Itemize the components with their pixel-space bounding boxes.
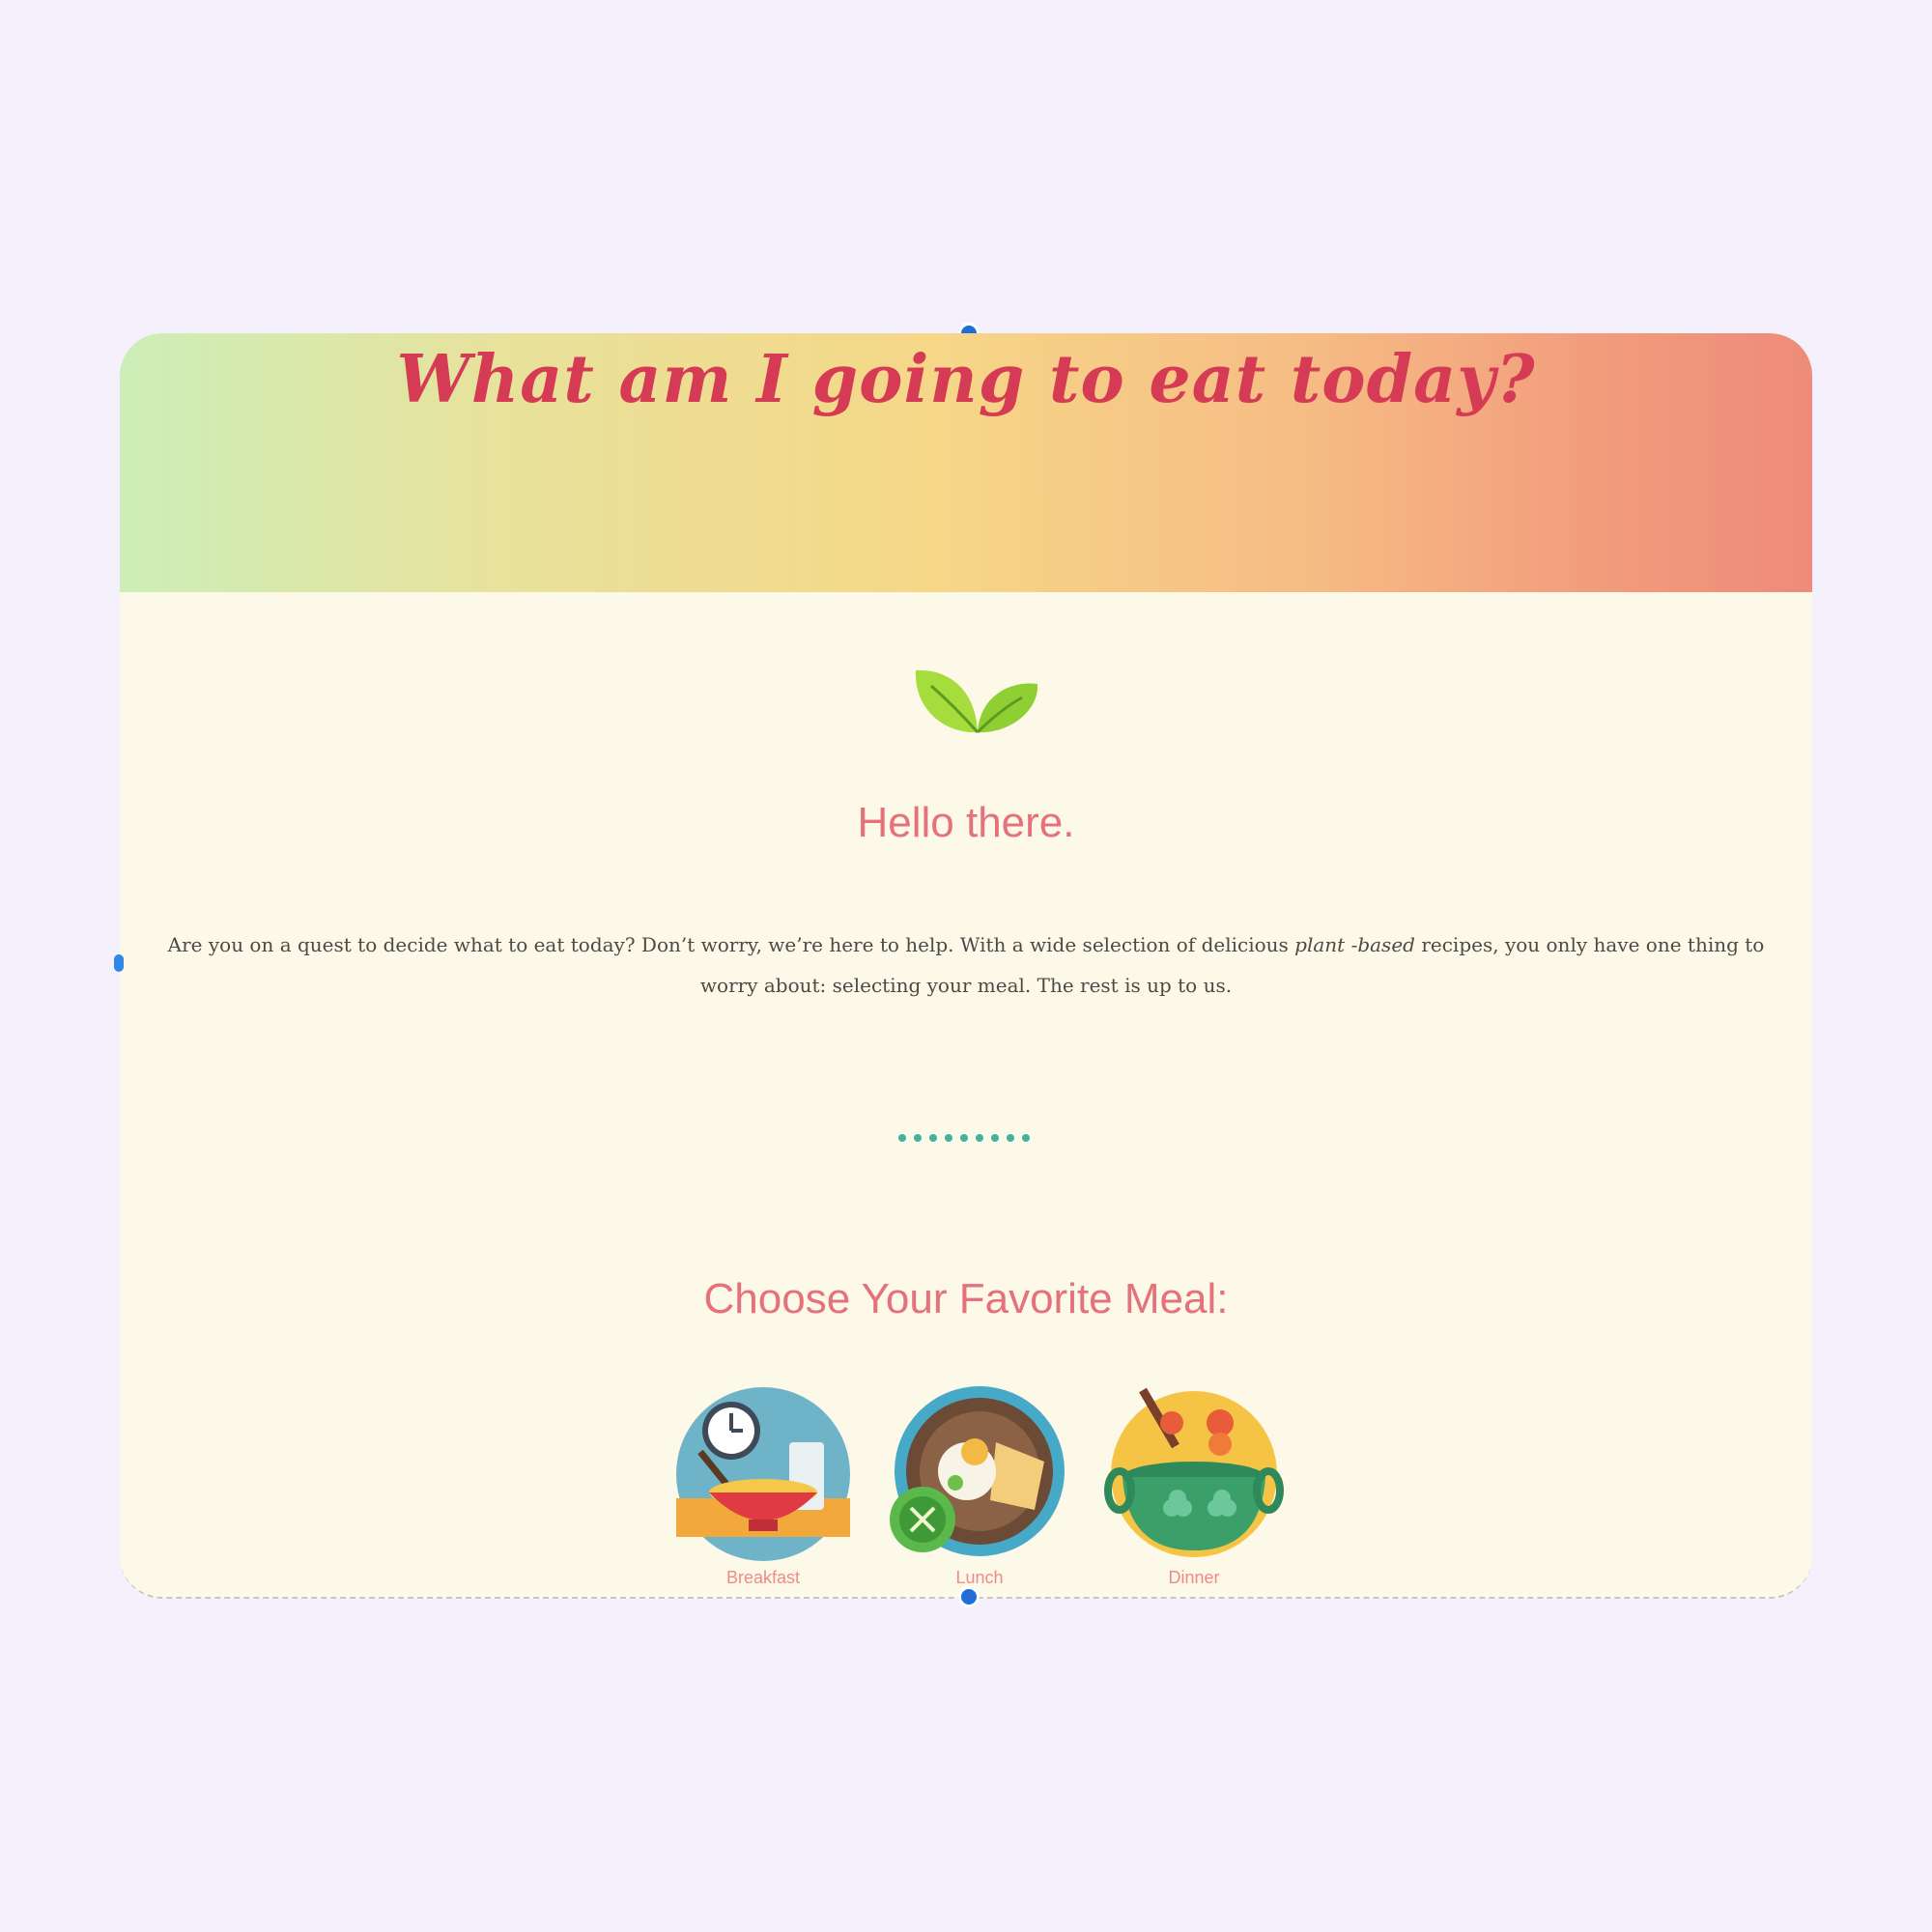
meal-label-breakfast: Breakfast — [725, 1568, 801, 1587]
dinner-pot-icon — [1104, 1387, 1284, 1557]
intro-paragraph: Are you on a quest to decide what to eat… — [158, 924, 1774, 1006]
selection-handle-bottom[interactable] — [958, 1586, 980, 1607]
lunch-plate-icon — [890, 1386, 1065, 1556]
meal-option-dinner[interactable]: Dinner — [1097, 1384, 1291, 1588]
selection-handle-left[interactable] — [114, 954, 124, 972]
dotted-divider — [898, 1134, 1030, 1142]
choose-meal-heading: Choose Your Favorite Meal: — [703, 1275, 1229, 1322]
breakfast-bowl-icon — [676, 1387, 850, 1561]
greeting-heading: Hello there. — [857, 799, 1075, 846]
intro-text-start: Are you on a quest to decide what to eat… — [167, 933, 1295, 956]
meal-option-breakfast[interactable]: Breakfast — [667, 1384, 860, 1588]
meal-label-lunch: Lunch — [955, 1568, 1004, 1587]
hero-banner: What am I going to eat today? — [120, 333, 1812, 592]
meal-label-dinner: Dinner — [1168, 1568, 1220, 1587]
page-card: What am I going to eat today? Hello ther… — [120, 333, 1812, 1599]
page-title: What am I going to eat today? — [396, 341, 1536, 418]
meal-option-lunch[interactable]: Lunch — [883, 1384, 1076, 1588]
leaf-logo-icon — [908, 647, 1043, 744]
intro-emphasis: plant -based — [1294, 933, 1415, 956]
